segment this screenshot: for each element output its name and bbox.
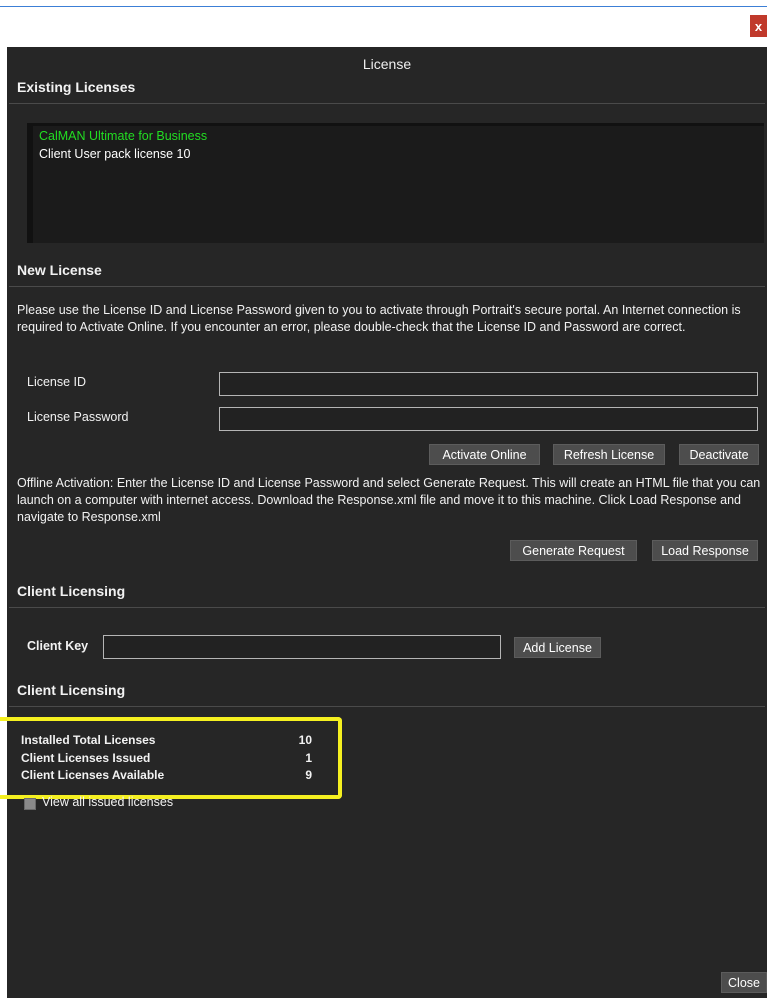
client-licensing-heading: Client Licensing (17, 583, 126, 599)
close-button[interactable]: Close (721, 972, 767, 993)
activate-online-button[interactable]: Activate Online (429, 444, 540, 465)
existing-licenses-heading: Existing Licenses (17, 79, 136, 95)
client-stats-heading: Client Licensing (17, 682, 126, 698)
license-id-input[interactable] (219, 372, 758, 396)
license-item-client-pack[interactable]: Client User pack license 10 (39, 147, 190, 161)
window-close-icon[interactable]: x (750, 15, 767, 37)
divider (9, 286, 765, 287)
divider (9, 607, 765, 608)
client-key-input[interactable] (103, 635, 501, 659)
new-license-description: Please use the License ID and License Pa… (17, 303, 741, 334)
refresh-license-button[interactable]: Refresh License (553, 444, 665, 465)
generate-request-button[interactable]: Generate Request (510, 540, 637, 561)
existing-licenses-list[interactable]: CalMAN Ultimate for Business Client User… (27, 123, 764, 243)
add-license-button[interactable]: Add License (514, 637, 601, 658)
offline-activation-text: Offline Activation: Enter the License ID… (17, 476, 761, 524)
window-top-border (0, 6, 767, 7)
divider (9, 706, 765, 707)
dialog-title: License (362, 56, 412, 72)
new-license-heading: New License (17, 262, 102, 278)
load-response-button[interactable]: Load Response (652, 540, 758, 561)
view-all-label[interactable]: View all issued licenses (42, 795, 173, 809)
view-all-checkbox[interactable] (24, 798, 36, 810)
client-key-label: Client Key (27, 639, 89, 653)
license-password-input[interactable] (219, 407, 758, 431)
license-dialog: License Existing Licenses CalMAN Ultimat… (0, 47, 767, 998)
deactivate-button[interactable]: Deactivate (679, 444, 759, 465)
highlight-box (0, 717, 342, 799)
license-id-label: License ID (27, 375, 87, 389)
license-password-label: License Password (27, 410, 129, 424)
divider (9, 103, 765, 104)
license-item-calman[interactable]: CalMAN Ultimate for Business (39, 129, 207, 143)
